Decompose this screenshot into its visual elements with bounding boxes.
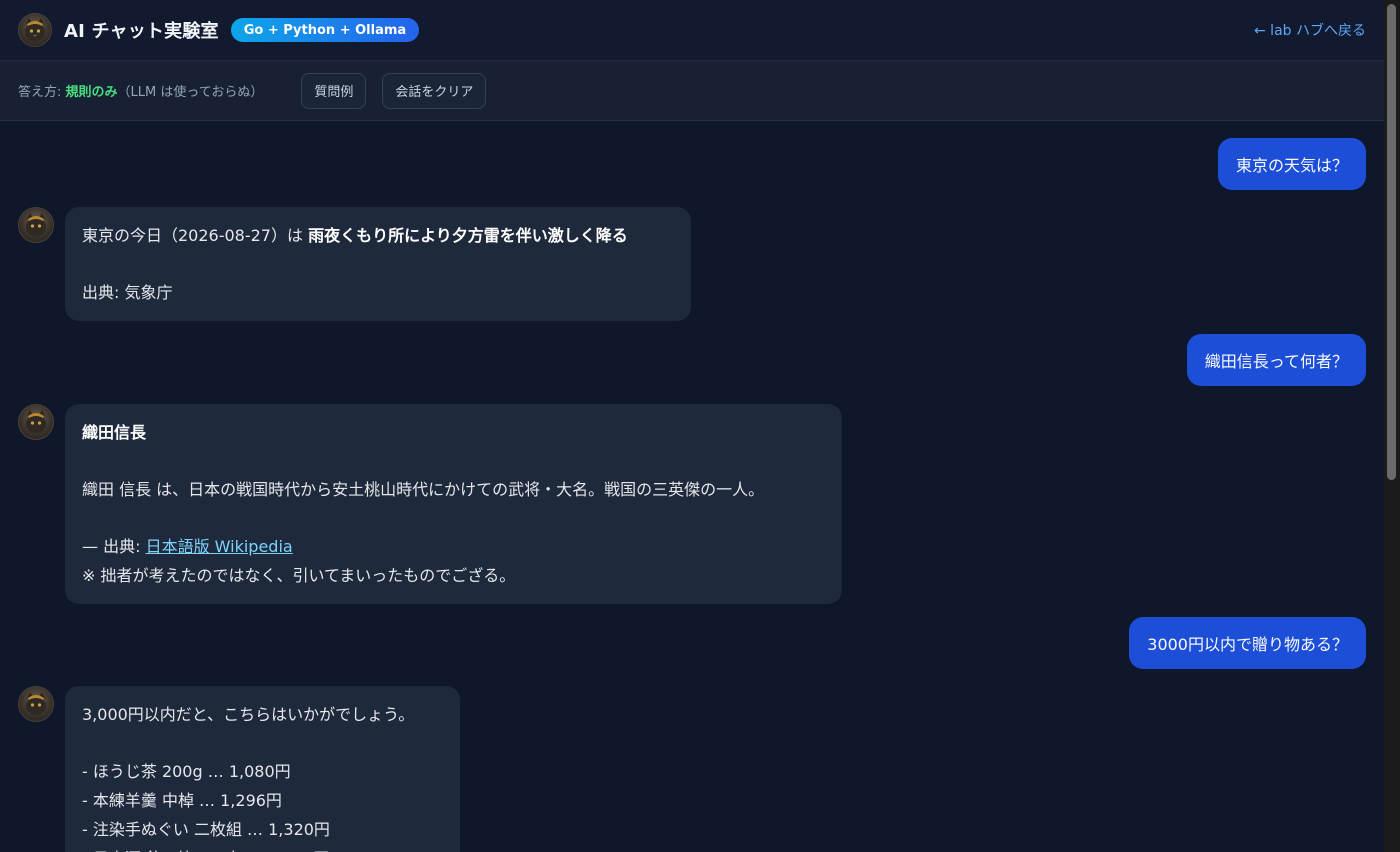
user-message: 3000円以内で贈り物ある？ (1129, 617, 1366, 669)
answer-mode-indicator: 答え方: 規則のみ（LLM は使っておらぬ） (18, 81, 263, 100)
chat-log: 東京の天気は？ 東京の今日（2026-08-27）は 雨夜くもり所により夕方雷を… (0, 121, 1384, 852)
clear-conversation-button[interactable]: 会話をクリア (382, 72, 487, 109)
back-to-lab-hub-link[interactable]: ← lab ハブへ戻る (1254, 20, 1366, 40)
gift-intro: 3,000円以内だと、こちらはいかがでしょう。 (82, 705, 415, 724)
bot-message: 東京の今日（2026-08-27）は 雨夜くもり所により夕方雷を伴い激しく降る … (65, 207, 691, 321)
samurai-cat-avatar-icon (18, 404, 54, 440)
top-header: AI チャット実験室 Go + Python + Ollama ← lab ハブ… (0, 0, 1384, 61)
tech-stack-badge: Go + Python + Ollama (230, 18, 420, 42)
bot-message: 織田信長 織田 信長 は、日本の戦国時代から安土桃山時代にかけての武将・大名。戦… (65, 404, 842, 604)
gift-item: - 本練羊羹 中棹 … 1,296円 (82, 791, 282, 810)
samurai-cat-avatar-icon (18, 13, 52, 47)
citation-note: ※ 拙者が考えたのではなく、引いてまいったものでござる。 (82, 566, 516, 585)
article-body: 織田 信長 は、日本の戦国時代から安土桃山時代にかけての武将・大名。戦国の三英傑… (82, 480, 765, 499)
samurai-cat-avatar-icon (18, 207, 54, 243)
bot-message-row: 織田信長 織田 信長 は、日本の戦国時代から安土桃山時代にかけての武将・大名。戦… (18, 404, 842, 604)
page-scrollbar[interactable] (1384, 0, 1400, 852)
article-source-prefix: — 出典: (82, 537, 146, 556)
article-heading: 織田信長 (82, 423, 147, 442)
gift-item: - 注染手ぬぐい 二枚組 … 1,320円 (82, 820, 330, 839)
weather-forecast: 雨夜くもり所により夕方雷を伴い激しく降る (308, 226, 628, 245)
article-source-line: — 出典: 日本語版 Wikipedia (82, 532, 825, 561)
scrollbar-thumb[interactable] (1387, 4, 1396, 480)
answer-mode-value: 規則のみ (65, 85, 118, 100)
answer-mode-note: （LLM は使っておらぬ） (117, 85, 264, 100)
user-message: 東京の天気は？ (1217, 138, 1366, 190)
toolbar: 答え方: 規則のみ（LLM は使っておらぬ） 質問例 会話をクリア (0, 61, 1384, 121)
samurai-cat-avatar-icon (18, 686, 54, 722)
bot-message: 3,000円以内だと、こちらはいかがでしょう。 - ほうじ茶 200g … 1,… (65, 686, 460, 852)
answer-mode-label: 答え方: (18, 85, 66, 100)
weather-line: 東京の今日（2026-08-27）は 雨夜くもり所により夕方雷を伴い激しく降る (82, 221, 674, 250)
gift-item: - 日本酒 飲み比べ 3本 … 2,640円 (82, 844, 443, 852)
app-title: AI チャット実験室 (64, 21, 219, 42)
weather-prefix: 東京の今日（2026-08-27）は (82, 226, 309, 245)
weather-source: 出典: 気象庁 (82, 283, 173, 302)
chat-app: AI チャット実験室 Go + Python + Ollama ← lab ハブ… (0, 0, 1400, 852)
wikipedia-link[interactable]: 日本語版 Wikipedia (146, 537, 293, 556)
user-message: 織田信長って何者？ (1186, 334, 1366, 386)
question-examples-button[interactable]: 質問例 (301, 72, 367, 109)
gift-item: - ほうじ茶 200g … 1,080円 (82, 762, 291, 781)
bot-message-row: 東京の今日（2026-08-27）は 雨夜くもり所により夕方雷を伴い激しく降る … (18, 207, 691, 321)
bot-message-row: 3,000円以内だと、こちらはいかがでしょう。 - ほうじ茶 200g … 1,… (18, 686, 460, 852)
